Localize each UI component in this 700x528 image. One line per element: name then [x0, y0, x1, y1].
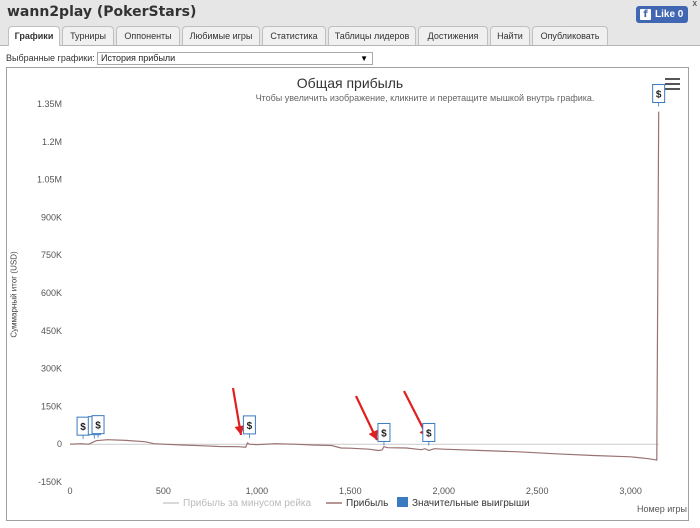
tab-statistics[interactable]: Статистика: [262, 26, 326, 45]
tab-find[interactable]: Найти: [490, 26, 530, 45]
chart-selector-label: Выбранные графики:: [6, 53, 95, 63]
tab-charts[interactable]: Графики: [8, 26, 60, 46]
chart-panel: [6, 67, 689, 521]
window-title: wann2play (PokerStars): [7, 4, 197, 20]
tab-achievements[interactable]: Достижения: [418, 26, 488, 45]
chart-selector-value: История прибыли: [101, 53, 176, 63]
tab-publish[interactable]: Опубликовать: [532, 26, 608, 45]
chart-selector-dropdown[interactable]: История прибыли ▼: [97, 52, 373, 65]
chart-menu-icon[interactable]: [665, 78, 680, 91]
close-icon[interactable]: x: [693, 0, 698, 8]
facebook-icon: f: [640, 9, 651, 20]
chart-y-axis-label: Суммарный итог (USD): [9, 251, 19, 338]
tab-bar: Графики Турниры Оппоненты Любимые игры С…: [0, 26, 700, 46]
tab-opponents[interactable]: Оппоненты: [116, 26, 180, 45]
facebook-like-button[interactable]: f Like 0: [636, 6, 688, 23]
chart-subtitle: Чтобы увеличить изображение, кликните и …: [255, 93, 595, 103]
facebook-like-label: Like 0: [655, 9, 684, 20]
tab-favorite-games[interactable]: Любимые игры: [182, 26, 260, 45]
tab-tournaments[interactable]: Турниры: [62, 26, 114, 45]
tab-leaderboards[interactable]: Таблицы лидеров: [328, 26, 416, 45]
chart-selector-row: Выбранные графики: История прибыли ▼: [0, 52, 700, 66]
window-titlebar: wann2play (PokerStars) x f Like 0: [0, 0, 700, 26]
chevron-down-icon: ▼: [360, 54, 368, 63]
chart-title: Общая прибыль: [296, 75, 404, 91]
